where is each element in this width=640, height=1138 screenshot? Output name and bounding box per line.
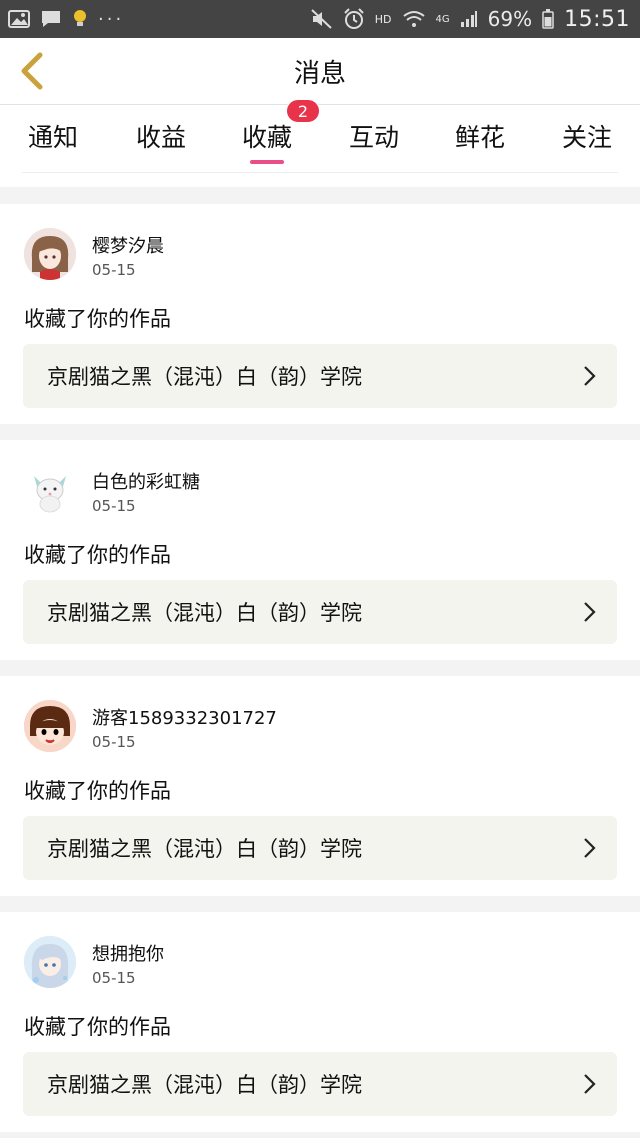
tab-notifications[interactable]: 通知 xyxy=(22,105,84,167)
action-text: 收藏了你的作品 xyxy=(24,307,171,331)
avatar[interactable] xyxy=(24,700,76,752)
username[interactable]: 游客1589332301727 xyxy=(92,704,277,730)
action-text: 收藏了你的作品 xyxy=(24,1015,171,1039)
signal-icon xyxy=(460,10,478,28)
status-bar-right: HD 4G 69% 15:51 xyxy=(311,7,630,32)
work-title: 京剧猫之黑（混沌）白（韵）学院 xyxy=(47,1073,362,1097)
chevron-right-icon xyxy=(584,366,596,386)
status-bar-left: ··· xyxy=(8,9,124,30)
battery-percent: 69% xyxy=(487,7,533,31)
chevron-right-icon xyxy=(584,1074,596,1094)
list-item: 游客1589332301727 05-15 收藏了你的作品 京剧猫之黑（混沌）白… xyxy=(0,676,640,896)
action-text: 收藏了你的作品 xyxy=(24,543,171,567)
timestamp: 05-15 xyxy=(92,969,136,987)
clock-time: 15:51 xyxy=(564,6,630,32)
work-title: 京剧猫之黑（混沌）白（韵）学院 xyxy=(47,601,362,625)
active-tab-indicator xyxy=(250,160,284,164)
battery-icon xyxy=(542,9,554,29)
username[interactable]: 樱梦汐晨 xyxy=(92,232,164,258)
header-bar: 消息 xyxy=(0,38,640,105)
unread-badge: 2 xyxy=(286,99,320,123)
network-type-label: 4G xyxy=(435,13,450,25)
list-item: 樱梦汐晨 05-15 收藏了你的作品 京剧猫之黑（混沌）白（韵）学院 xyxy=(0,204,640,424)
back-button[interactable] xyxy=(10,48,54,94)
list-item: 想拥抱你 05-15 收藏了你的作品 京剧猫之黑（混沌）白（韵）学院 xyxy=(0,912,640,1132)
tab-bar: 通知 收益 收藏 互动 鲜花 关注 xyxy=(0,105,640,187)
work-title: 京剧猫之黑（混沌）白（韵）学院 xyxy=(47,837,362,861)
work-link[interactable]: 京剧猫之黑（混沌）白（韵）学院 xyxy=(23,816,617,880)
wifi-icon xyxy=(402,10,426,28)
list-item: 白色的彩虹糖 05-15 收藏了你的作品 京剧猫之黑（混沌）白（韵）学院 xyxy=(0,440,640,660)
timestamp: 05-15 xyxy=(92,261,136,279)
mute-icon xyxy=(311,9,333,29)
username[interactable]: 想拥抱你 xyxy=(92,940,164,966)
gallery-icon xyxy=(8,10,30,28)
tab-interactions[interactable]: 互动 xyxy=(343,105,405,167)
page-title: 消息 xyxy=(293,58,346,89)
chevron-right-icon xyxy=(584,602,596,622)
action-text: 收藏了你的作品 xyxy=(24,779,171,803)
tab-following[interactable]: 关注 xyxy=(556,105,618,167)
timestamp: 05-15 xyxy=(92,733,136,751)
username[interactable]: 白色的彩虹糖 xyxy=(92,468,200,494)
work-link[interactable]: 京剧猫之黑（混沌）白（韵）学院 xyxy=(23,344,617,408)
work-link[interactable]: 京剧猫之黑（混沌）白（韵）学院 xyxy=(23,580,617,644)
avatar[interactable] xyxy=(24,228,76,280)
more-notifications-dots: ··· xyxy=(98,8,125,30)
tab-earnings[interactable]: 收益 xyxy=(130,105,192,167)
lightbulb-icon xyxy=(72,9,88,29)
chat-bubble-icon xyxy=(40,9,62,29)
hd-label: HD xyxy=(374,12,392,26)
avatar[interactable] xyxy=(24,936,76,988)
tab-divider xyxy=(22,172,618,173)
chevron-right-icon xyxy=(584,838,596,858)
work-title: 京剧猫之黑（混沌）白（韵）学院 xyxy=(47,365,362,389)
work-link[interactable]: 京剧猫之黑（混沌）白（韵）学院 xyxy=(23,1052,617,1116)
status-bar: ··· HD 4G 69% 15:51 xyxy=(0,0,640,38)
alarm-icon xyxy=(343,8,365,30)
avatar[interactable] xyxy=(24,464,76,516)
timestamp: 05-15 xyxy=(92,497,136,515)
tab-flowers[interactable]: 鲜花 xyxy=(449,105,511,167)
chevron-left-icon xyxy=(21,52,43,90)
